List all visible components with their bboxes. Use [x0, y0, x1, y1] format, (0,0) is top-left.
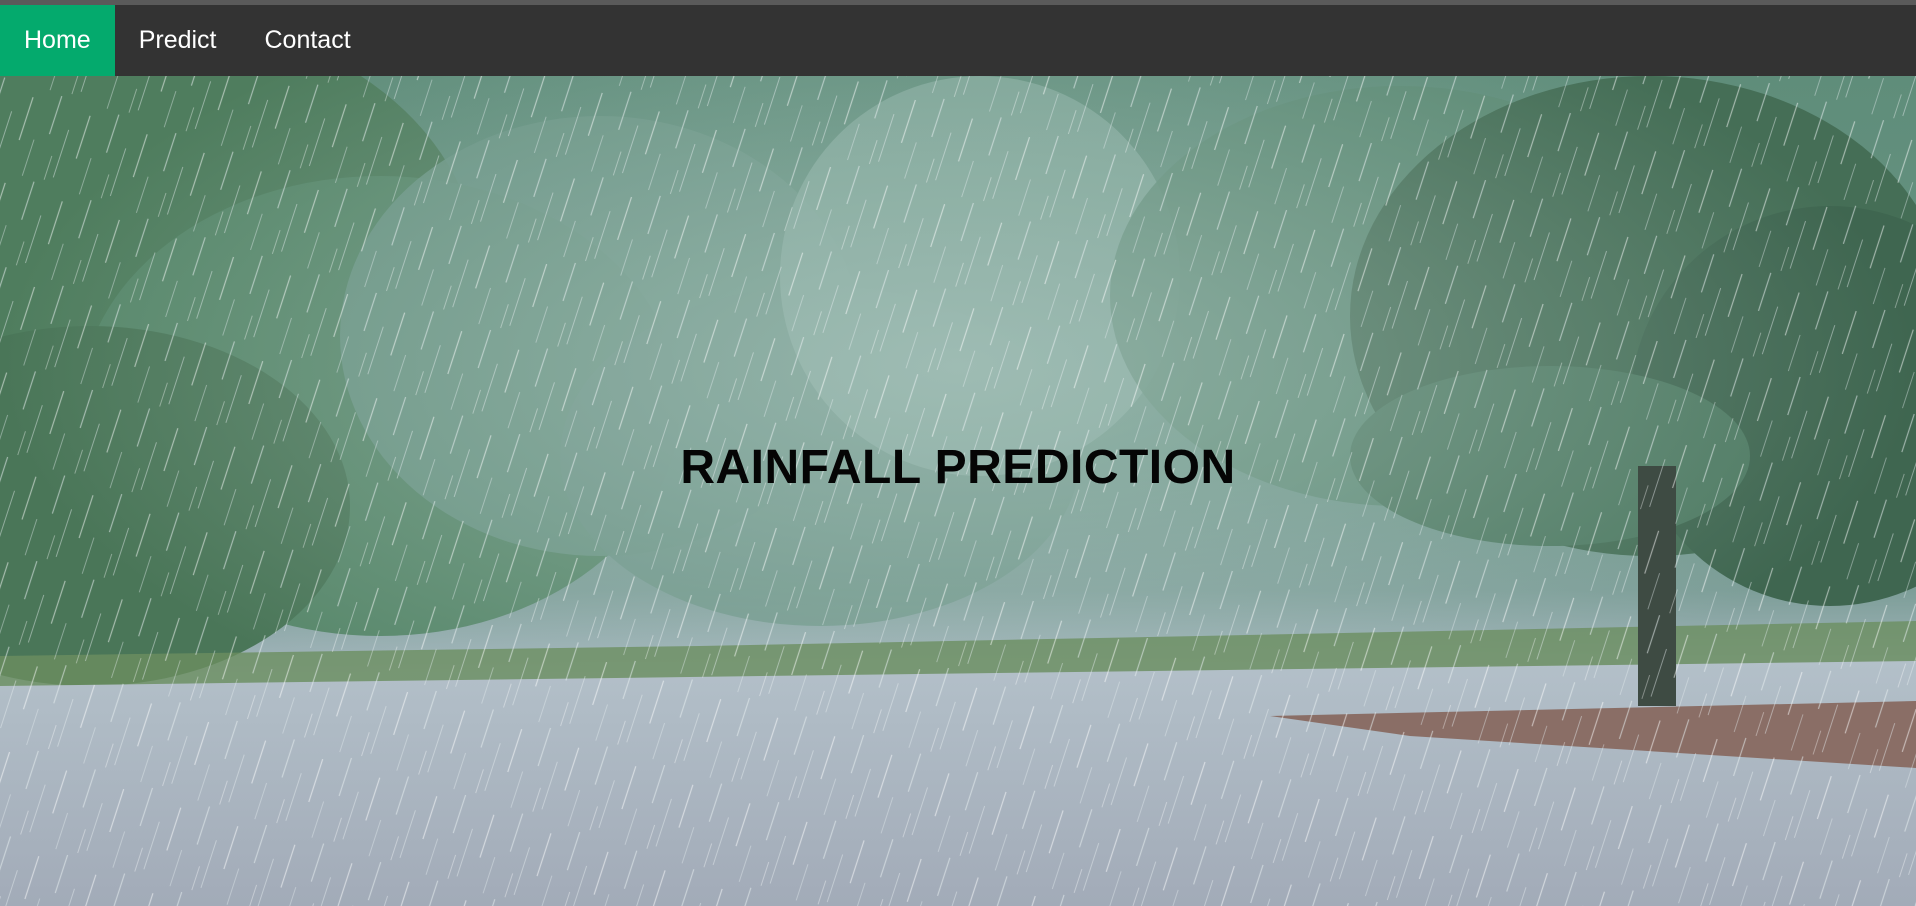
hero-section: RAINFALL PREDICTION	[0, 76, 1916, 906]
nav-contact-link[interactable]: Contact	[241, 5, 375, 76]
top-navbar: Home Predict Contact	[0, 5, 1916, 76]
nav-predict-link[interactable]: Predict	[115, 5, 241, 76]
hero-title: RAINFALL PREDICTION	[680, 441, 1236, 494]
nav-home-link[interactable]: Home	[0, 5, 115, 76]
